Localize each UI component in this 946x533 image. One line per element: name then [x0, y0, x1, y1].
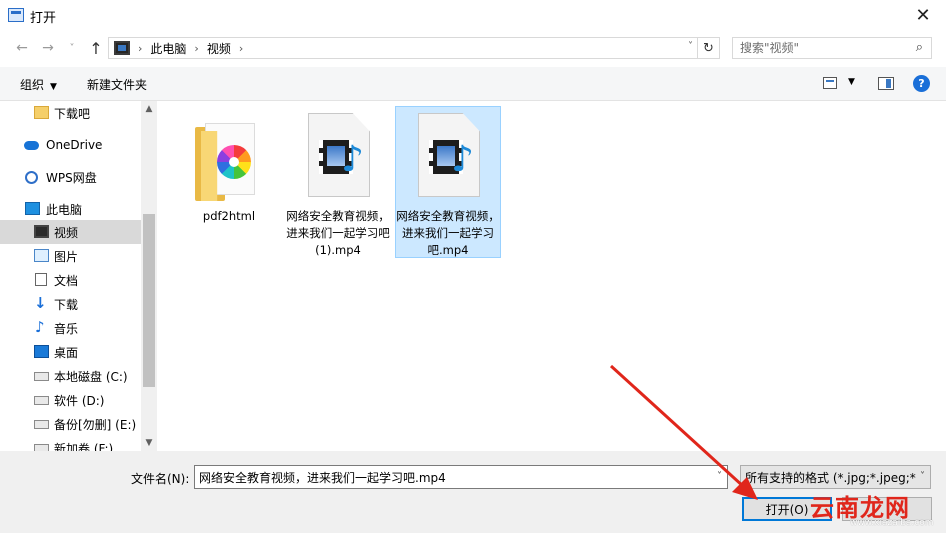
nav-item-documents[interactable]: 文档 [0, 268, 141, 292]
computer-icon [25, 202, 40, 215]
drive-icon [34, 420, 49, 429]
filename-label: 文件名(N): [131, 472, 190, 486]
chevron-down-icon[interactable]: ˅ [920, 471, 925, 482]
breadcrumb-separator-icon[interactable]: › [194, 42, 198, 55]
recent-locations-chevron-icon[interactable]: ˅ [62, 38, 82, 58]
file-item-video-selected[interactable]: ♪ 网络安全教育视频，进来我们一起学习吧.mp4 [395, 106, 501, 258]
close-button[interactable]: ✕ [900, 0, 946, 31]
nav-item-label: OneDrive [46, 138, 103, 152]
new-folder-button[interactable]: 新建文件夹 [87, 76, 147, 93]
preview-pane-icon[interactable] [878, 77, 894, 90]
search-box[interactable]: ⌕ [732, 37, 932, 59]
nav-item-drive-e[interactable]: 备份[勿删] (E:) [0, 412, 141, 436]
organize-label: 组织 [20, 78, 45, 92]
filename-input[interactable] [199, 467, 704, 487]
nav-item-music[interactable]: ♪ 音乐 [0, 316, 141, 340]
nav-item-pictures[interactable]: 图片 [0, 244, 141, 268]
help-icon[interactable]: ? [913, 75, 930, 92]
address-dropdown-chevron-icon[interactable]: ˅ [688, 41, 693, 52]
media-file-icon: ♪ [418, 113, 480, 197]
title-bar: 打开 ✕ [0, 0, 946, 31]
wps-icon [25, 171, 38, 184]
media-file-icon: ♪ [308, 113, 370, 197]
nav-item-drive-d[interactable]: 软件 (D:) [0, 388, 141, 412]
cloud-icon [24, 141, 39, 150]
video-icon [34, 225, 49, 238]
filename-combobox[interactable]: ˅ [194, 465, 728, 489]
nav-item-label: WPS网盘 [46, 170, 97, 185]
nav-item-videos[interactable]: 视频 [0, 220, 141, 244]
toolbar: 组织 ▼ 新建文件夹 ▼ ? [0, 67, 946, 101]
drive-icon [34, 444, 49, 451]
desktop-icon [34, 345, 49, 358]
address-row: ← → ˅ ↑ › 此电脑 › 视频 › ˅ ↻ ⌕ [0, 31, 946, 65]
window-title: 打开 [30, 11, 57, 26]
chevron-down-icon[interactable]: ˅ [717, 471, 722, 482]
change-view-icon[interactable] [823, 77, 837, 89]
search-input[interactable] [740, 39, 910, 57]
organize-button[interactable]: 组织 ▼ [20, 76, 57, 93]
breadcrumb-this-pc[interactable]: 此电脑 [150, 40, 186, 57]
scroll-thumb[interactable] [143, 214, 155, 387]
video-folder-icon [114, 41, 130, 55]
nav-item-label: 音乐 [54, 321, 79, 336]
file-type-filter[interactable]: 所有支持的格式 (*.jpg;*.jpeg;* ˅ [740, 465, 931, 489]
address-bar[interactable]: › 此电脑 › 视频 › ˅ ↻ [108, 37, 720, 59]
download-icon: ↓ [34, 294, 47, 312]
watermark-url: www.xiazaiba.com [850, 518, 934, 528]
forward-arrow-icon[interactable]: → [38, 38, 58, 58]
nav-item-this-pc[interactable]: 此电脑 [0, 197, 141, 221]
nav-item-desktop[interactable]: 桌面 [0, 340, 141, 364]
nav-item-label: 文档 [54, 273, 79, 288]
nav-item-label: 下载 [54, 297, 79, 312]
nav-item-label: 此电脑 [46, 202, 83, 217]
watermark: 云南龙网 www.xiazaiba.com [808, 488, 946, 533]
nav-scrollbar[interactable]: ▲ ▼ [141, 101, 157, 451]
search-icon[interactable]: ⌕ [916, 40, 923, 55]
file-name: 网络安全教育视频，进来我们一起学习吧(1).mp4 [286, 209, 390, 257]
caret-down-icon: ▼ [50, 82, 57, 92]
nav-item-downloads[interactable]: ↓ 下载 [0, 292, 141, 316]
file-name: pdf2html [202, 209, 256, 223]
nav-item-label: 下载吧 [54, 106, 91, 121]
refresh-icon[interactable]: ↻ [697, 38, 719, 58]
folder-icon [195, 123, 257, 203]
nav-item-onedrive[interactable]: OneDrive [0, 133, 141, 157]
file-name: 网络安全教育视频，进来我们一起学习吧.mp4 [396, 209, 500, 257]
scroll-up-icon[interactable]: ▲ [141, 101, 157, 117]
nav-item-drive-c[interactable]: 本地磁盘 (C:) [0, 364, 141, 388]
file-item-video[interactable]: ♪ 网络安全教育视频，进来我们一起学习吧(1).mp4 [286, 107, 392, 259]
back-arrow-icon[interactable]: ← [12, 38, 32, 58]
breadcrumb-separator-icon[interactable]: › [138, 42, 142, 55]
nav-item-label: 桌面 [54, 345, 79, 360]
document-icon [35, 273, 47, 286]
music-icon: ♪ [35, 318, 45, 336]
nav-item-label: 本地磁盘 (C:) [54, 369, 128, 384]
navigation-pane: 下载吧 OneDrive WPS网盘 此电脑 视频 图片 文档 ↓ 下载 ♪ 音… [0, 101, 157, 451]
app-icon [8, 8, 24, 22]
file-item-folder[interactable]: pdf2html [177, 107, 283, 259]
dialog-footer: 文件名(N): ˅ 所有支持的格式 (*.jpg;*.jpeg;* ˅ 打开(O… [0, 451, 946, 533]
nav-item-label: 软件 (D:) [54, 393, 105, 408]
breadcrumb-videos[interactable]: 视频 [207, 40, 231, 57]
file-type-filter-value: 所有支持的格式 (*.jpg;*.jpeg;* [745, 470, 916, 485]
drive-icon [34, 396, 49, 405]
nav-item-download-ba[interactable]: 下载吧 [0, 101, 141, 125]
nav-item-wps-drive[interactable]: WPS网盘 [0, 165, 141, 189]
up-arrow-icon[interactable]: ↑ [86, 38, 106, 58]
breadcrumb-separator-icon[interactable]: › [239, 42, 243, 55]
view-options-caret-icon[interactable]: ▼ [848, 77, 855, 87]
file-list: pdf2html ♪ 网络安全教育视频，进来我们一起学习吧(1).mp4 ♪ 网… [157, 101, 946, 451]
nav-item-drive-f[interactable]: 新加卷 (F:) [0, 436, 141, 451]
nav-item-label: 新加卷 (F:) [54, 441, 114, 452]
nav-item-label: 视频 [54, 225, 79, 240]
nav-item-label: 备份[勿删] (E:) [54, 417, 137, 432]
picture-icon [34, 249, 49, 262]
folder-icon [34, 106, 49, 119]
scroll-down-icon[interactable]: ▼ [141, 435, 157, 451]
nav-item-label: 图片 [54, 249, 79, 264]
drive-icon [34, 372, 49, 381]
